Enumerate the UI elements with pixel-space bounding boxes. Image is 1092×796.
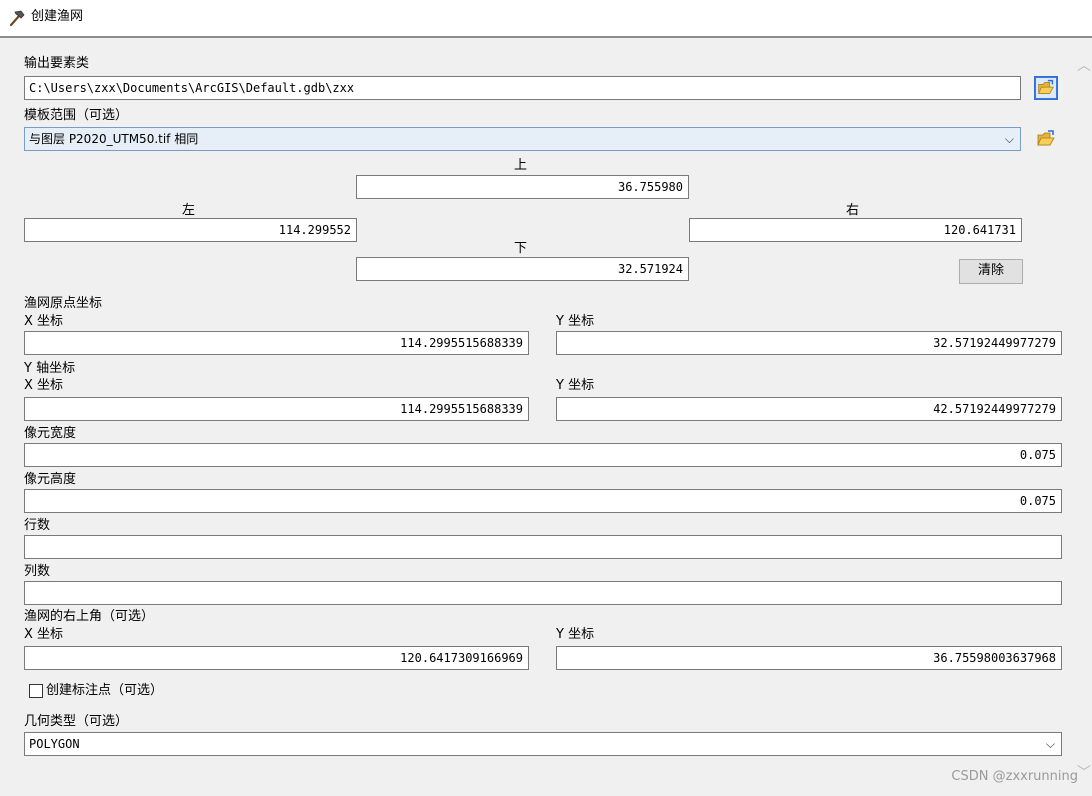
- cell-height-label: 像元高度: [24, 472, 77, 487]
- opposite-corner-y-input[interactable]: 36.75598003637968: [556, 646, 1062, 670]
- origin-y-input[interactable]: 32.57192449977279: [556, 331, 1062, 355]
- y-axis-label: Y 轴坐标: [24, 361, 76, 376]
- y-axis-x-input[interactable]: 114.2995515688339: [24, 397, 529, 421]
- extent-right-input[interactable]: 120.641731: [689, 218, 1022, 242]
- extent-left-label: 左: [182, 203, 196, 218]
- extent-top-label: 上: [514, 158, 528, 173]
- y-axis-y-label: Y 坐标: [556, 378, 595, 393]
- columns-input[interactable]: [24, 581, 1062, 605]
- opposite-corner-x-input[interactable]: 120.6417309166969: [24, 646, 529, 670]
- template-extent-label: 模板范围（可选）: [24, 108, 129, 123]
- opposite-corner-x-label: X 坐标: [24, 627, 64, 642]
- rows-input[interactable]: [24, 535, 1062, 559]
- geometry-type-label: 几何类型（可选）: [24, 714, 129, 729]
- template-extent-selected: 与图层 P2020_UTM50.tif 相同: [29, 132, 199, 146]
- output-features-label: 输出要素类: [24, 56, 90, 71]
- origin-x-label: X 坐标: [24, 314, 64, 329]
- create-labels-checkbox[interactable]: [29, 684, 43, 698]
- hammer-icon: [9, 10, 25, 27]
- y-axis-y-input[interactable]: 42.57192449977279: [556, 397, 1062, 421]
- extent-right-label: 右: [846, 203, 860, 218]
- cell-height-input[interactable]: 0.075: [24, 489, 1062, 513]
- browse-output-button[interactable]: [1034, 76, 1058, 100]
- extent-top-input[interactable]: 36.755980: [356, 175, 689, 199]
- create-labels-label: 创建标注点（可选）: [46, 683, 164, 698]
- origin-x-input[interactable]: 114.2995515688339: [24, 331, 529, 355]
- scroll-up-icon[interactable]: ︿: [1077, 55, 1091, 75]
- output-features-input[interactable]: C:\Users\zxx\Documents\ArcGIS\Default.gd…: [24, 76, 1021, 100]
- browse-extent-button[interactable]: [1034, 127, 1058, 151]
- geometry-type-select[interactable]: POLYGON ⌵: [24, 732, 1062, 756]
- origin-y-label: Y 坐标: [556, 314, 595, 329]
- extent-bottom-input[interactable]: 32.571924: [356, 257, 689, 281]
- chevron-down-icon: ⌵: [1045, 737, 1055, 751]
- template-extent-select[interactable]: 与图层 P2020_UTM50.tif 相同 ⌵: [24, 127, 1021, 151]
- origin-label: 渔网原点坐标: [24, 296, 103, 311]
- cell-width-label: 像元宽度: [24, 426, 77, 441]
- extent-bottom-label: 下: [514, 241, 528, 256]
- scroll-down-icon[interactable]: ﹀: [1077, 762, 1091, 782]
- opposite-corner-y-label: Y 坐标: [556, 627, 595, 642]
- title-bar: [0, 0, 1092, 36]
- chevron-down-icon: ⌵: [1004, 132, 1014, 146]
- columns-label: 列数: [24, 564, 51, 579]
- extent-left-input[interactable]: 114.299552: [24, 218, 357, 242]
- window-title: 创建渔网: [31, 9, 84, 24]
- title-separator: [0, 36, 1092, 38]
- opposite-corner-label: 渔网的右上角（可选）: [24, 609, 155, 624]
- clear-extent-button[interactable]: 清除: [959, 259, 1023, 284]
- y-axis-x-label: X 坐标: [24, 378, 64, 393]
- cell-width-input[interactable]: 0.075: [24, 443, 1062, 467]
- geometry-type-value: POLYGON: [29, 737, 80, 751]
- watermark: CSDN @zxxrunning: [951, 769, 1078, 784]
- rows-label: 行数: [24, 518, 51, 533]
